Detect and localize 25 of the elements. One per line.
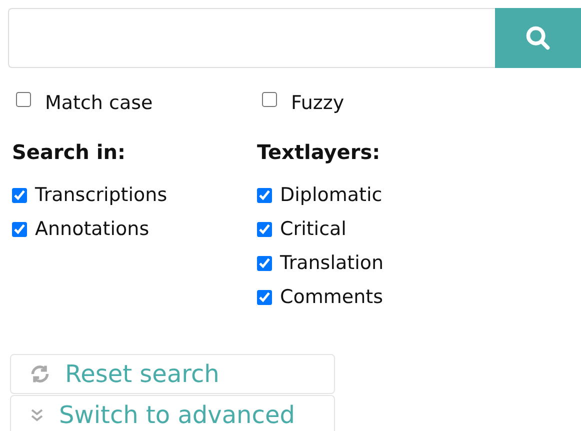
checkbox[interactable]: [257, 188, 272, 202]
checkbox[interactable]: [257, 256, 272, 270]
checkbox[interactable]: [12, 188, 27, 202]
search-icon: [525, 25, 551, 51]
option-label: Match case: [45, 92, 153, 114]
checkbox-label: Transcriptions: [35, 184, 168, 206]
checkbox[interactable]: [257, 222, 272, 236]
checkbox[interactable]: [16, 92, 31, 107]
search-field[interactable]: [8, 8, 495, 68]
search-button[interactable]: [495, 8, 581, 68]
reset-button[interactable]: Reset search: [10, 354, 335, 394]
checkbox[interactable]: [257, 290, 272, 304]
checkbox-label: Translation: [280, 252, 384, 274]
checkbox-label: Critical: [280, 218, 346, 240]
group-title: Textlayers:: [257, 140, 382, 164]
double-chevron-icon: [29, 407, 45, 423]
checkbox-label: Diplomatic: [280, 184, 382, 206]
advanced-button[interactable]: Switch to advanced: [10, 395, 335, 431]
checkbox-label: Comments: [280, 286, 383, 308]
checkbox[interactable]: [12, 222, 27, 236]
option-label: Fuzzy: [291, 92, 344, 114]
group-title: Search in:: [12, 140, 126, 164]
checkbox[interactable]: [262, 92, 277, 107]
checkbox-label: Annotations: [35, 218, 150, 240]
refresh-icon: [29, 363, 51, 385]
